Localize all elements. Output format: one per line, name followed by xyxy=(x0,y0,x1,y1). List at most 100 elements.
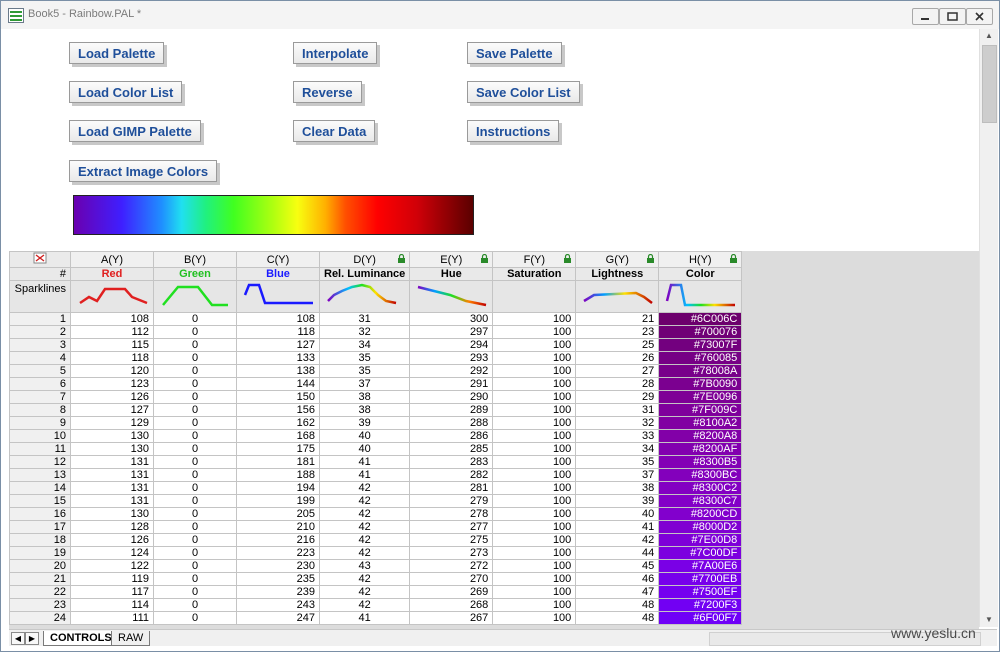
load-color-list-button[interactable]: Load Color List xyxy=(69,81,183,103)
cell-saturation[interactable]: 100 xyxy=(492,546,577,560)
row-number[interactable]: 7 xyxy=(9,390,71,404)
cell-color[interactable]: #8300C2 xyxy=(658,481,743,495)
cell-lightness[interactable]: 45 xyxy=(575,559,660,573)
cell-hue[interactable]: 285 xyxy=(409,442,494,456)
cell-lightness[interactable]: 48 xyxy=(575,611,660,625)
cell-rel-luminance[interactable]: 42 xyxy=(318,533,411,547)
col-header-d[interactable]: D(Y) xyxy=(318,251,411,268)
cell-saturation[interactable]: 100 xyxy=(492,403,577,417)
cell-blue[interactable]: 216 xyxy=(236,533,320,547)
col-header-c[interactable]: C(Y) xyxy=(236,251,320,268)
cell-green[interactable]: 0 xyxy=(153,364,237,378)
long-name-blue[interactable]: Blue xyxy=(236,267,320,281)
cell-hue[interactable]: 293 xyxy=(409,351,494,365)
cell-saturation[interactable]: 100 xyxy=(492,585,577,599)
cell-rel-luminance[interactable]: 32 xyxy=(318,325,411,339)
cell-saturation[interactable]: 100 xyxy=(492,442,577,456)
cell-rel-luminance[interactable]: 42 xyxy=(318,481,411,495)
cell-hue[interactable]: 292 xyxy=(409,364,494,378)
minimize-button[interactable] xyxy=(912,8,939,25)
col-header-e[interactable]: E(Y) xyxy=(409,251,494,268)
cell-red[interactable]: 129 xyxy=(70,416,154,430)
save-color-list-button[interactable]: Save Color List xyxy=(467,81,580,103)
cell-rel-luminance[interactable]: 42 xyxy=(318,572,411,586)
cell-blue[interactable]: 230 xyxy=(236,559,320,573)
cell-red[interactable]: 131 xyxy=(70,455,154,469)
cell-saturation[interactable]: 100 xyxy=(492,520,577,534)
long-name-rel-luminance[interactable]: Rel. Luminance xyxy=(318,267,411,281)
cell-rel-luminance[interactable]: 37 xyxy=(318,377,411,391)
tab-next-icon[interactable]: ▶ xyxy=(25,632,39,645)
interpolate-button[interactable]: Interpolate xyxy=(293,42,378,64)
long-name-red[interactable]: Red xyxy=(70,267,154,281)
col-header-b[interactable]: B(Y) xyxy=(153,251,237,268)
cell-blue[interactable]: 243 xyxy=(236,598,320,612)
cell-lightness[interactable]: 28 xyxy=(575,377,660,391)
cell-saturation[interactable]: 100 xyxy=(492,377,577,391)
cell-color[interactable]: #7B0090 xyxy=(658,377,743,391)
cell-red[interactable]: 117 xyxy=(70,585,154,599)
cell-blue[interactable]: 162 xyxy=(236,416,320,430)
row-number[interactable]: 23 xyxy=(9,598,71,612)
cell-red[interactable]: 118 xyxy=(70,351,154,365)
cell-blue[interactable]: 175 xyxy=(236,442,320,456)
long-name-green[interactable]: Green xyxy=(153,267,237,281)
cell-green[interactable]: 0 xyxy=(153,507,237,521)
row-number[interactable]: 14 xyxy=(9,481,71,495)
cell-lightness[interactable]: 34 xyxy=(575,442,660,456)
clear-data-button[interactable]: Clear Data xyxy=(293,120,376,142)
cell-color[interactable]: #7200F3 xyxy=(658,598,743,612)
cell-blue[interactable]: 156 xyxy=(236,403,320,417)
row-number[interactable]: 17 xyxy=(9,520,71,534)
cell-blue[interactable]: 150 xyxy=(236,390,320,404)
row-number[interactable]: 21 xyxy=(9,572,71,586)
cell-green[interactable]: 0 xyxy=(153,520,237,534)
cell-saturation[interactable]: 100 xyxy=(492,572,577,586)
cell-rel-luminance[interactable]: 31 xyxy=(318,312,411,326)
tab-controls[interactable]: CONTROLS xyxy=(43,631,119,646)
row-number[interactable]: 8 xyxy=(9,403,71,417)
cell-lightness[interactable]: 23 xyxy=(575,325,660,339)
cell-rel-luminance[interactable]: 38 xyxy=(318,390,411,404)
row-number[interactable]: 13 xyxy=(9,468,71,482)
cell-blue[interactable]: 199 xyxy=(236,494,320,508)
cell-lightness[interactable]: 41 xyxy=(575,520,660,534)
cell-green[interactable]: 0 xyxy=(153,546,237,560)
cell-red[interactable]: 123 xyxy=(70,377,154,391)
cell-rel-luminance[interactable]: 34 xyxy=(318,338,411,352)
cell-hue[interactable]: 272 xyxy=(409,559,494,573)
cell-saturation[interactable]: 100 xyxy=(492,559,577,573)
cell-color[interactable]: #8200AF xyxy=(658,442,743,456)
cell-rel-luminance[interactable]: 42 xyxy=(318,546,411,560)
cell-hue[interactable]: 279 xyxy=(409,494,494,508)
cell-hue[interactable]: 282 xyxy=(409,468,494,482)
cell-red[interactable]: 120 xyxy=(70,364,154,378)
select-all-corner[interactable] xyxy=(9,251,71,268)
cell-green[interactable]: 0 xyxy=(153,416,237,430)
row-number[interactable]: 5 xyxy=(9,364,71,378)
cell-blue[interactable]: 223 xyxy=(236,546,320,560)
cell-saturation[interactable]: 100 xyxy=(492,481,577,495)
cell-color[interactable]: #78008A xyxy=(658,364,743,378)
cell-saturation[interactable]: 100 xyxy=(492,390,577,404)
scroll-down-icon[interactable]: ▼ xyxy=(984,615,994,625)
cell-red[interactable]: 112 xyxy=(70,325,154,339)
cell-blue[interactable]: 235 xyxy=(236,572,320,586)
cell-color[interactable]: #760085 xyxy=(658,351,743,365)
cell-blue[interactable]: 194 xyxy=(236,481,320,495)
cell-color[interactable]: #8200A8 xyxy=(658,429,743,443)
long-name-lightness[interactable]: Lightness xyxy=(575,267,660,281)
worksheet-grid[interactable]: A(Y) B(Y) C(Y) D(Y) E(Y) F(Y) G(Y) H(Y) … xyxy=(9,251,743,625)
cell-hue[interactable]: 300 xyxy=(409,312,494,326)
cell-hue[interactable]: 289 xyxy=(409,403,494,417)
cell-rel-luminance[interactable]: 42 xyxy=(318,494,411,508)
cell-hue[interactable]: 297 xyxy=(409,325,494,339)
scroll-thumb[interactable] xyxy=(982,45,997,123)
cell-saturation[interactable]: 100 xyxy=(492,364,577,378)
cell-rel-luminance[interactable]: 40 xyxy=(318,442,411,456)
sparkline-luminance[interactable] xyxy=(318,280,411,313)
cell-rel-luminance[interactable]: 42 xyxy=(318,507,411,521)
cell-red[interactable]: 111 xyxy=(70,611,154,625)
sparkline-saturation[interactable] xyxy=(492,280,577,313)
col-header-g[interactable]: G(Y) xyxy=(575,251,660,268)
